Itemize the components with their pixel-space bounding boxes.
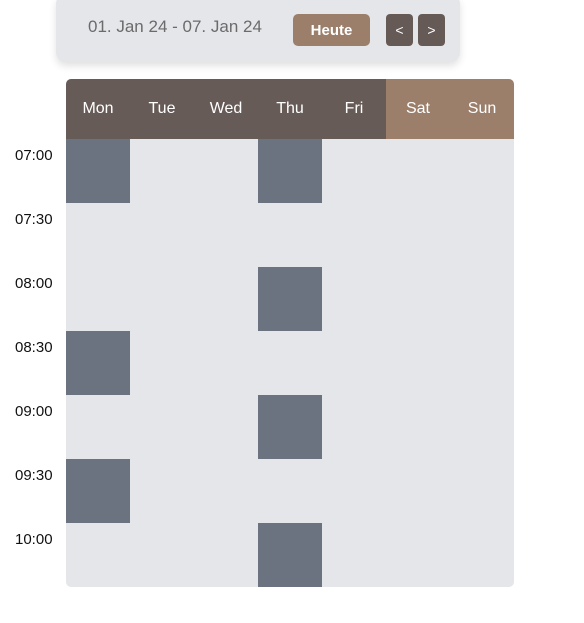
time-label-0800: 08:00: [15, 275, 53, 292]
day-header-row: Mon Tue Wed Thu Fri Sat Sun: [66, 79, 514, 139]
event-block-thu-1000[interactable]: [258, 523, 322, 587]
day-header-sun: Sun: [450, 79, 514, 139]
event-block-thu-0900[interactable]: [258, 395, 322, 459]
time-label-0930: 09:30: [15, 467, 53, 484]
today-button[interactable]: Heute: [293, 14, 370, 46]
date-navigation-toolbar: 01. Jan 24 - 07. Jan 24 Heute < >: [56, 0, 460, 62]
day-header-thu: Thu: [258, 79, 322, 139]
event-block-thu-0800[interactable]: [258, 267, 322, 331]
event-block-mon-0830[interactable]: [66, 331, 130, 395]
day-header-wed: Wed: [194, 79, 258, 139]
previous-week-button[interactable]: <: [386, 14, 413, 46]
time-label-0830: 08:30: [15, 339, 53, 356]
day-header-fri: Fri: [322, 79, 386, 139]
date-range-label: 01. Jan 24 - 07. Jan 24: [88, 17, 262, 36]
next-week-button[interactable]: >: [418, 14, 445, 46]
event-block-mon-0930[interactable]: [66, 459, 130, 523]
event-block-thu-0700[interactable]: [258, 139, 322, 203]
time-label-0730: 07:30: [15, 211, 53, 228]
time-label-1000: 10:00: [15, 531, 53, 548]
day-header-sat: Sat: [386, 79, 450, 139]
day-header-tue: Tue: [130, 79, 194, 139]
event-block-mon-0700[interactable]: [66, 139, 130, 203]
time-label-0900: 09:00: [15, 403, 53, 420]
day-header-mon: Mon: [66, 79, 130, 139]
time-label-0700: 07:00: [15, 147, 53, 164]
